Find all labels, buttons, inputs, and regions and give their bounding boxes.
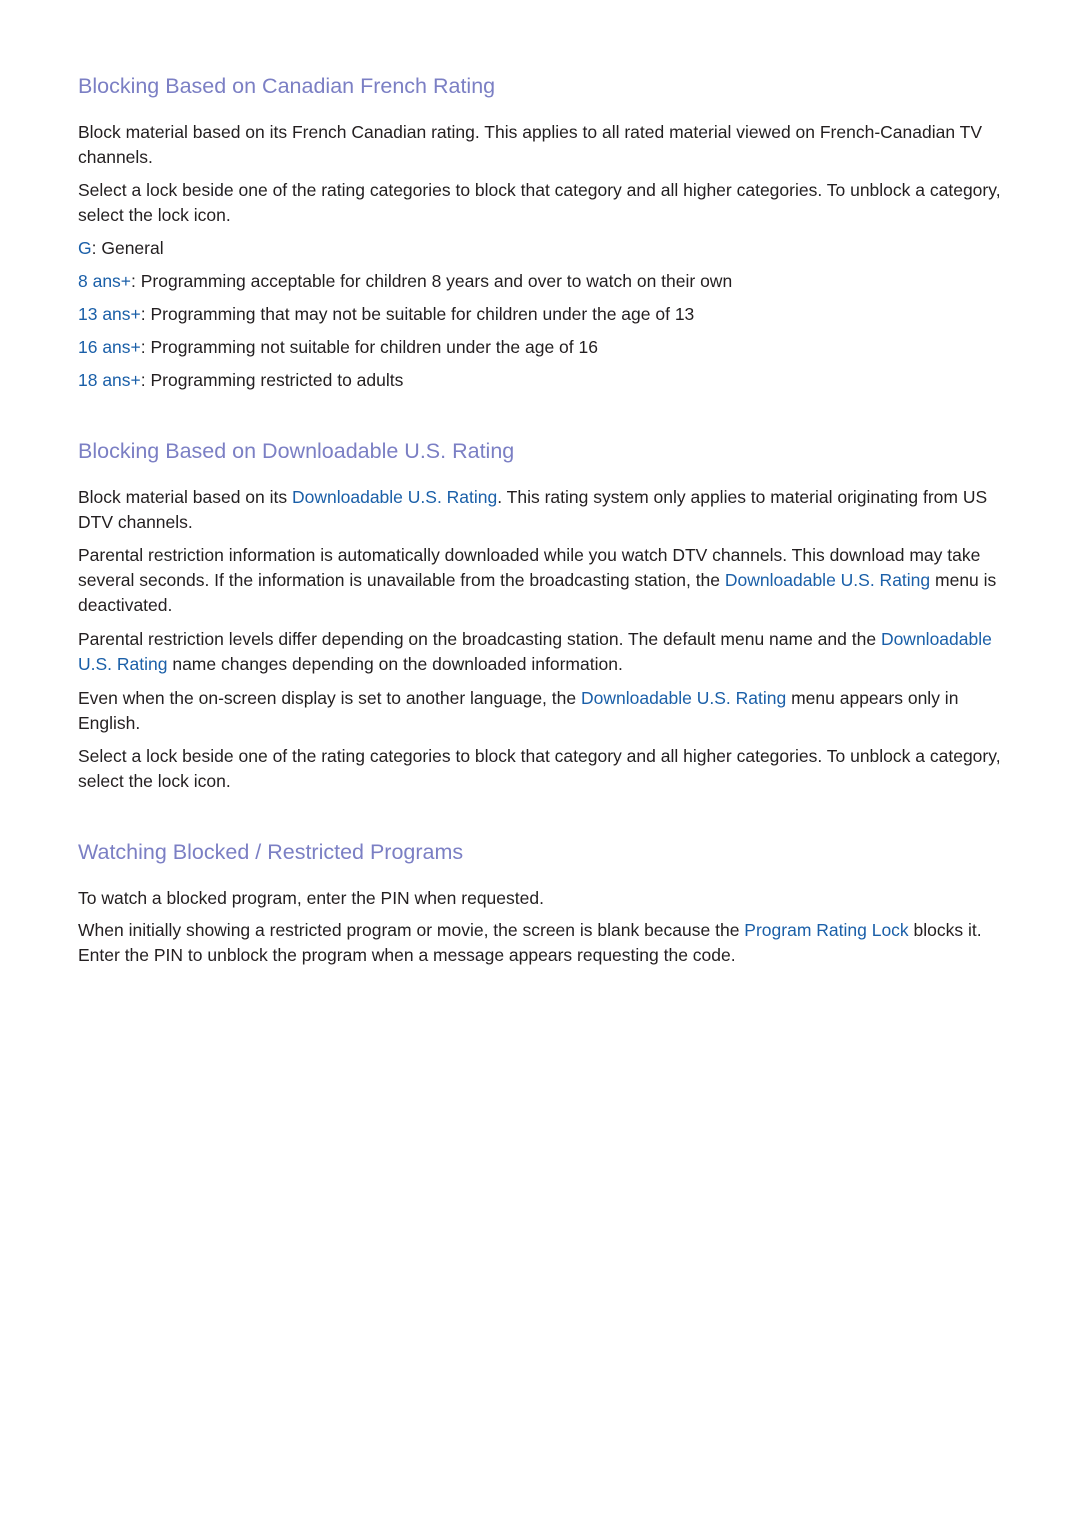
rating-desc: : Programming restricted to adults [140,370,404,390]
rating-item: 13 ans+: Programming that may not be sui… [78,302,1003,327]
paragraph: Select a lock beside one of the rating c… [78,180,1001,225]
text: name changes depending on the downloaded… [167,654,623,674]
rating-code: G [78,238,92,258]
downloadable-us-rating-link[interactable]: Downloadable U.S. Rating [292,487,497,507]
heading-canadian-french-rating: Blocking Based on Canadian French Rating [78,74,496,98]
paragraph: Parental restriction information is auto… [78,543,1003,618]
text: Even when the on-screen display is set t… [78,688,581,708]
paragraph: Select a lock beside one of the rating c… [78,746,1001,791]
rating-desc: : Programming not suitable for children … [140,337,598,357]
paragraph: When initially showing a restricted prog… [78,918,1003,968]
rating-code: 18 ans+ [78,370,141,390]
paragraph: Even when the on-screen display is set t… [78,686,1003,736]
rating-item: 16 ans+: Programming not suitable for ch… [78,335,1003,360]
text: Block material based on its [78,487,292,507]
text: Parental restriction levels differ depen… [78,629,881,649]
text: When initially showing a restricted prog… [78,920,745,940]
rating-item: 18 ans+: Programming restricted to adult… [78,368,1003,393]
paragraph: Parental restriction levels differ depen… [78,627,1003,677]
paragraph: To watch a blocked program, enter the PI… [78,888,544,908]
rating-code: 16 ans+ [78,337,141,357]
downloadable-us-rating-link[interactable]: Downloadable U.S. Rating [725,570,930,590]
rating-desc: : Programming acceptable for children 8 … [131,271,733,291]
rating-desc: : Programming that may not be suitable f… [140,304,695,324]
heading-downloadable-us-rating: Blocking Based on Downloadable U.S. Rati… [78,439,515,463]
paragraph: Block material based on its French Canad… [78,122,982,167]
rating-item: G: General [78,236,1003,261]
paragraph: Block material based on its Downloadable… [78,485,1003,535]
program-rating-lock-link[interactable]: Program Rating Lock [744,920,908,940]
rating-code: 13 ans+ [78,304,141,324]
rating-item: 8 ans+: Programming acceptable for child… [78,269,1003,294]
heading-watching-blocked-programs: Watching Blocked / Restricted Programs [78,840,464,864]
downloadable-us-rating-link[interactable]: Downloadable U.S. Rating [581,688,786,708]
rating-code: 8 ans+ [78,271,132,291]
rating-desc: : General [91,238,164,258]
